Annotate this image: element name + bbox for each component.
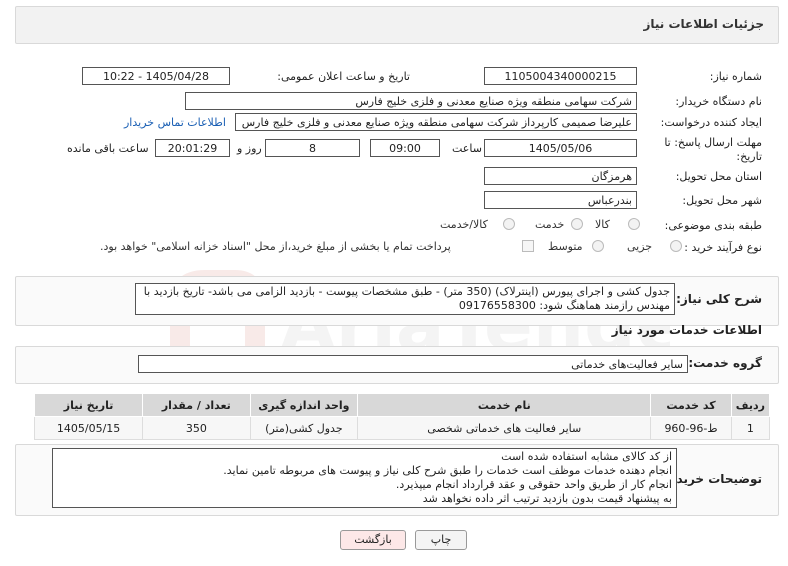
summary-label: شرح کلی نیاز: bbox=[676, 292, 762, 306]
category-goods-label: کالا bbox=[595, 218, 610, 231]
creator-label: ایجاد کننده درخواست: bbox=[660, 116, 762, 129]
need-number-label: شماره نیاز: bbox=[709, 70, 762, 83]
remaining-label: ساعت باقی مانده bbox=[67, 142, 149, 155]
creator-field[interactable]: علیرضا صمیمی کارپرداز شرکت سهامی منطقه و… bbox=[235, 113, 637, 131]
cell-name: سایر فعالیت های خدماتی شخصی bbox=[357, 416, 652, 440]
deadline-label: مهلت ارسال پاسخ: تا تاریخ: bbox=[664, 136, 762, 163]
category-radio-goods-service[interactable] bbox=[503, 218, 515, 230]
category-service-label: خدمت bbox=[535, 218, 565, 231]
category-radio-goods[interactable] bbox=[628, 218, 640, 230]
announce-field[interactable]: 1405/04/28 - 10:22 bbox=[82, 67, 230, 85]
buyer-field[interactable]: شرکت سهامی منطقه ویژه صنایع معدنی و فلزی… bbox=[185, 92, 637, 110]
city-label: شهر محل تحویل: bbox=[682, 194, 762, 207]
services-section-title: اطلاعات خدمات مورد نیاز bbox=[611, 323, 762, 337]
cell-code: ط-96-960 bbox=[650, 416, 732, 440]
deadline-time-label: ساعت bbox=[452, 142, 482, 155]
service-group-field[interactable]: سایر فعالیت‌های خدماتی bbox=[138, 355, 688, 373]
page-header: جزئیات اطلاعات نیاز bbox=[15, 6, 779, 44]
col-name: نام خدمت bbox=[357, 393, 652, 417]
process-medium-label: متوسط bbox=[548, 240, 583, 253]
col-date: تاریخ نیاز bbox=[33, 393, 144, 417]
process-radio-medium[interactable] bbox=[592, 240, 604, 252]
print-button[interactable]: چاپ bbox=[415, 530, 467, 550]
cell-date: 1405/05/15 bbox=[33, 416, 144, 440]
back-button[interactable]: بازگشت bbox=[340, 530, 406, 550]
notes-line: به پیشنهاد قیمت بدون بازدید ترتیب اثر دا… bbox=[422, 492, 672, 505]
category-goods-service-label: کالا/خدمت bbox=[440, 218, 488, 231]
category-label: طبقه بندی موضوعی: bbox=[664, 219, 762, 232]
deadline-date-field[interactable]: 1405/05/06 bbox=[484, 139, 637, 157]
announce-label: تاریخ و ساعت اعلان عمومی: bbox=[277, 70, 410, 83]
buyer-label: نام دستگاه خریدار: bbox=[675, 95, 762, 108]
services-table: ردیف کد خدمت نام خدمت واحد اندازه گیری ت… bbox=[33, 393, 771, 440]
col-code: کد خدمت bbox=[650, 393, 732, 417]
contact-buyer-link[interactable]: اطلاعات تماس خریدار bbox=[124, 116, 226, 129]
province-field[interactable]: هرمزگان bbox=[484, 167, 637, 185]
notes-field[interactable]: از کد کالای مشابه استفاده شده است انجام … bbox=[52, 448, 677, 508]
notes-line: از کد کالای مشابه استفاده شده است bbox=[501, 450, 672, 463]
col-row: ردیف bbox=[730, 393, 771, 417]
service-group-label: گروه خدمت: bbox=[688, 356, 762, 370]
notes-line: انجام دهنده خدمات موظف است خدمات را طبق … bbox=[223, 464, 672, 477]
days-field[interactable]: 8 bbox=[265, 139, 360, 157]
days-label: روز و bbox=[237, 142, 262, 155]
cell-qty: 350 bbox=[142, 416, 251, 440]
summary-text[interactable]: جدول کشی و اجرای پیورس (اینترلاک) (350 م… bbox=[135, 283, 675, 315]
city-field[interactable]: بندرعباس bbox=[484, 191, 637, 209]
col-qty: تعداد / مقدار bbox=[142, 393, 251, 417]
province-label: استان محل تحویل: bbox=[675, 170, 762, 183]
process-minor-label: جزیی bbox=[627, 240, 653, 253]
category-radio-service[interactable] bbox=[571, 218, 583, 230]
notes-line: انجام کار از طریق واحد حقوقی و عقد قرارد… bbox=[395, 478, 672, 491]
remaining-time-field[interactable]: 20:01:29 bbox=[155, 139, 230, 157]
table-row: 1 ط-96-960 سایر فعالیت های خدماتی شخصی ج… bbox=[33, 416, 771, 440]
process-label: نوع فرآیند خرید : bbox=[684, 241, 762, 254]
cell-row: 1 bbox=[730, 416, 771, 440]
process-radio-minor[interactable] bbox=[670, 240, 682, 252]
need-number-field[interactable]: 1105004340000215 bbox=[484, 67, 637, 85]
col-unit: واحد اندازه گیری bbox=[249, 393, 359, 417]
treasury-checkbox[interactable] bbox=[522, 240, 534, 252]
page-title: جزئیات اطلاعات نیاز bbox=[643, 17, 764, 31]
treasury-note: پرداخت تمام یا بخشی از مبلغ خرید،از محل … bbox=[100, 240, 451, 253]
deadline-time-field[interactable]: 09:00 bbox=[370, 139, 440, 157]
cell-unit: جدول کشی(متر) bbox=[249, 416, 359, 440]
